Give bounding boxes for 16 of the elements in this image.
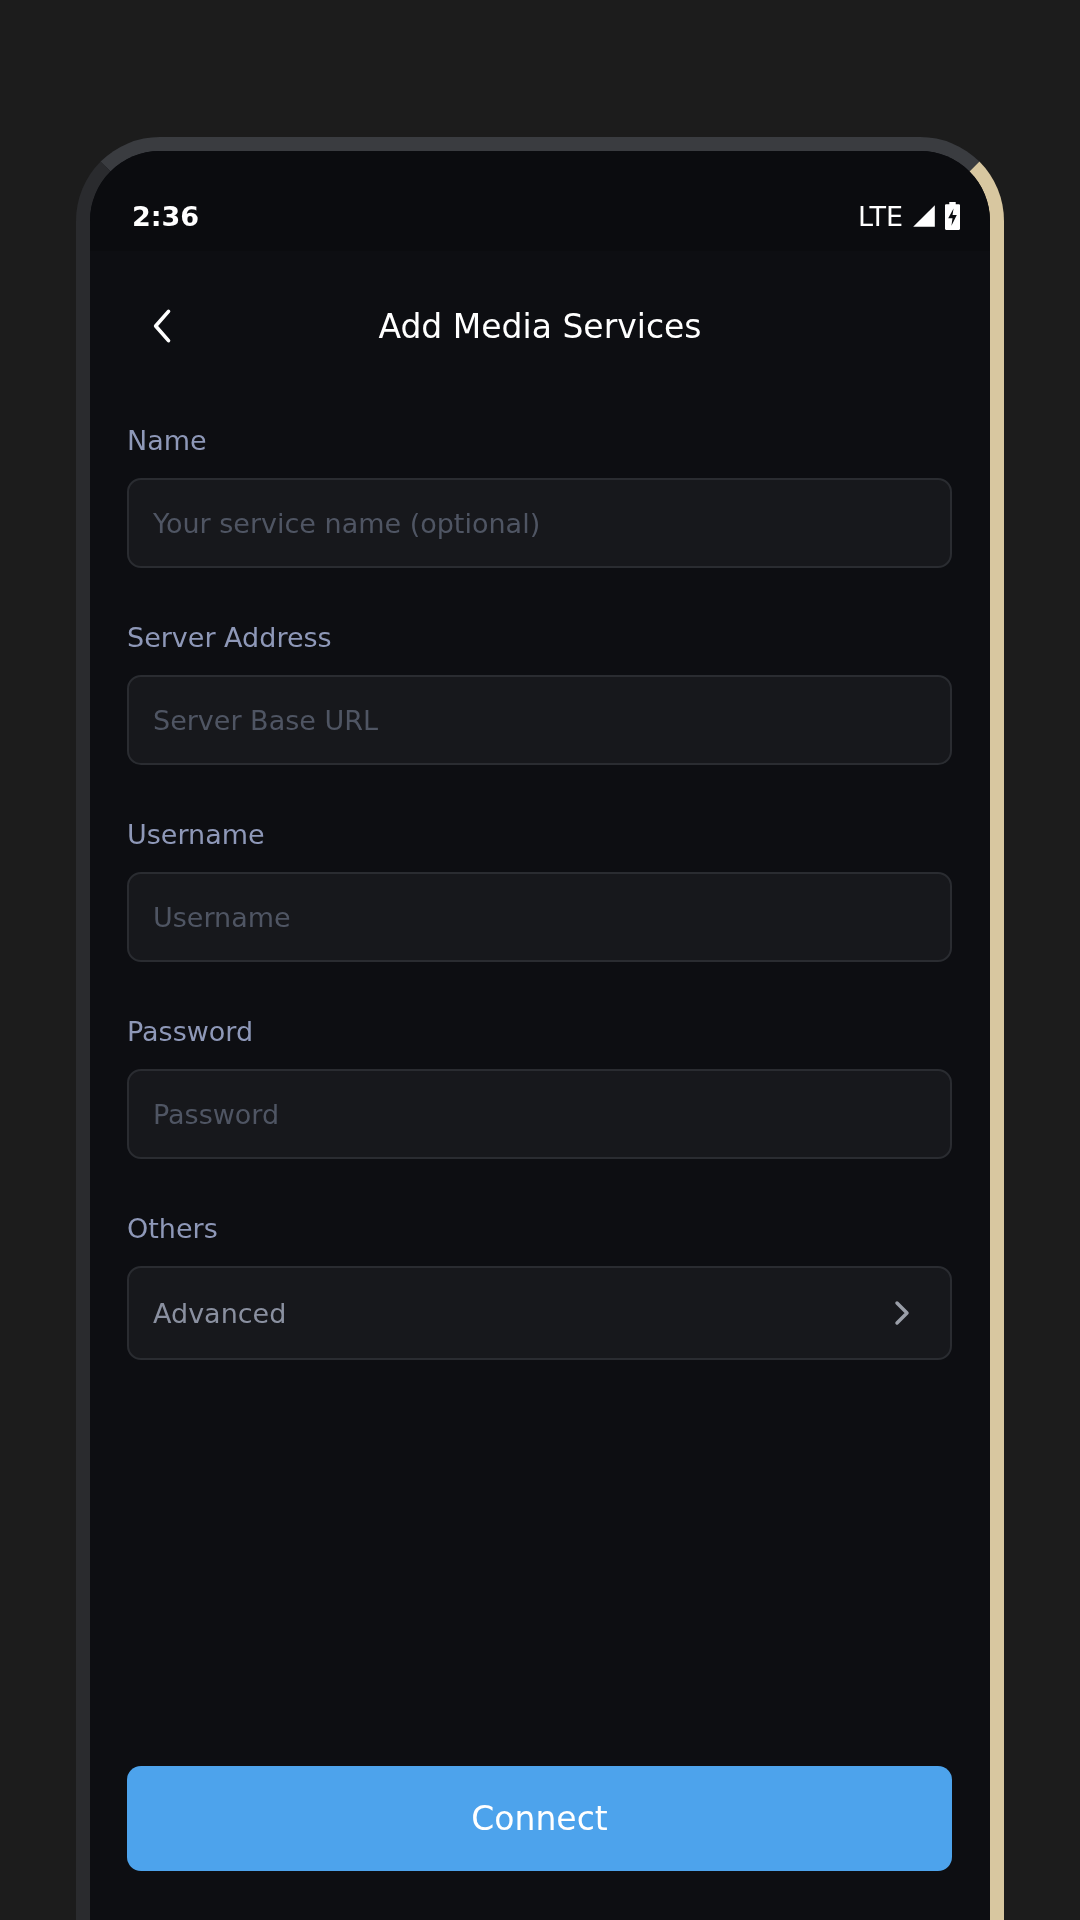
advanced-row[interactable]: Advanced <box>127 1266 952 1360</box>
field-label: Server Address <box>127 621 333 655</box>
status-time: 2:36 <box>132 200 200 232</box>
input-field[interactable]: Password <box>127 1069 952 1159</box>
input-field[interactable]: Your service name (optional) <box>127 478 952 568</box>
field-label: Name <box>127 424 208 458</box>
signal-icon <box>911 203 937 229</box>
field-label: Username <box>127 818 266 852</box>
chevron-right-icon <box>894 1300 910 1326</box>
input-field[interactable]: Server Base URL <box>127 675 952 765</box>
field-label: Others <box>127 1212 219 1246</box>
network-label: LTE <box>858 200 903 232</box>
input-field[interactable]: Username <box>127 872 952 962</box>
battery-charging-icon <box>945 202 960 230</box>
screen-title: Add Media Services <box>378 306 702 346</box>
field-label: Password <box>127 1015 255 1049</box>
